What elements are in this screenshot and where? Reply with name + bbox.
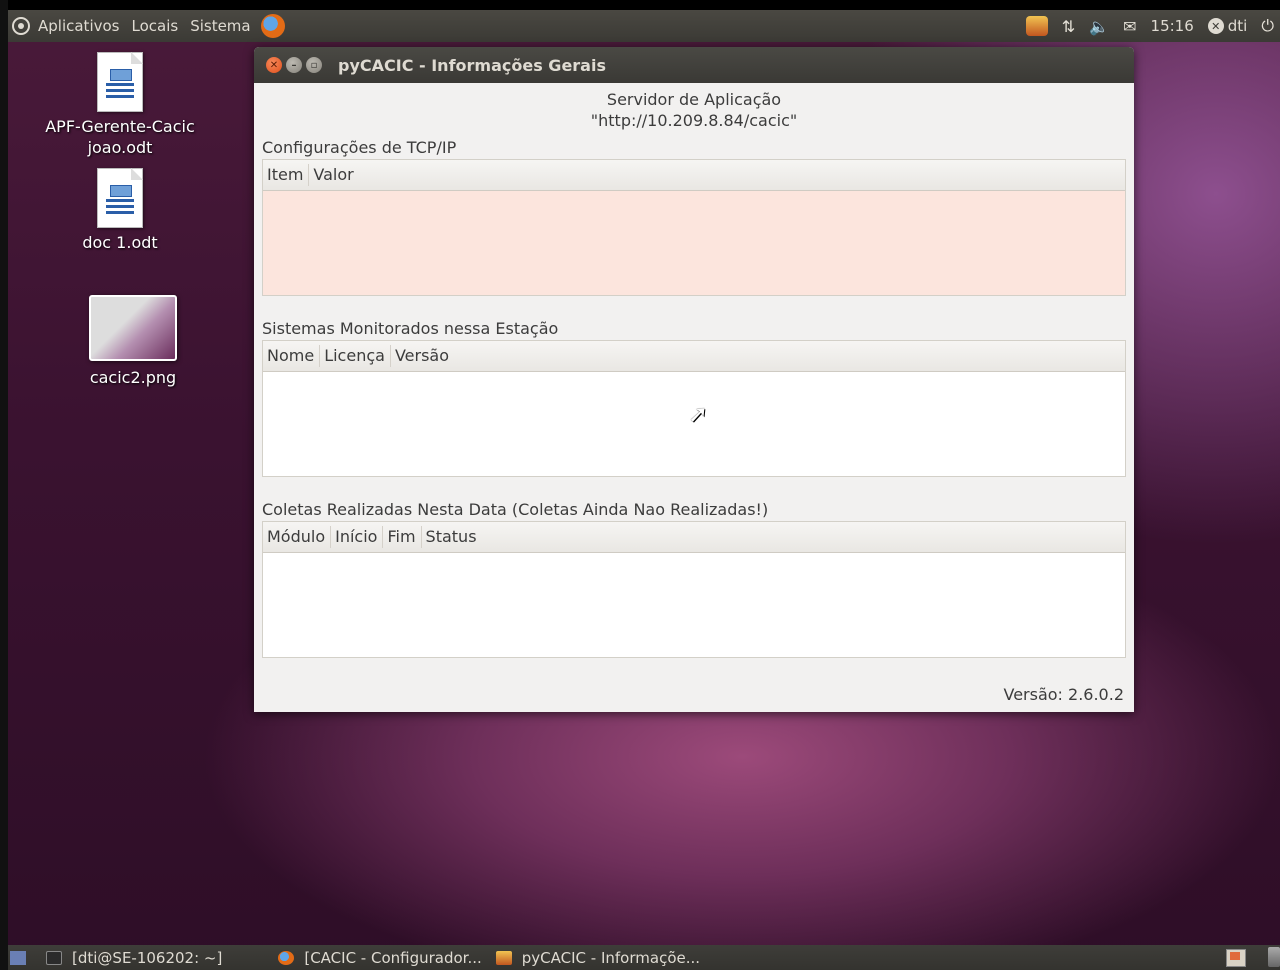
volume-icon[interactable]: 🔈 (1089, 17, 1109, 36)
menu-locais[interactable]: Locais (131, 17, 184, 35)
image-thumbnail-icon (89, 295, 177, 361)
top-black-strip (0, 0, 1280, 10)
column-header-item[interactable]: Item (263, 164, 310, 186)
user-name: dti (1227, 17, 1248, 35)
task-label: [dti@SE-106202: ~] (72, 948, 223, 967)
column-header-modulo[interactable]: Módulo (263, 526, 332, 548)
column-header-status[interactable]: Status (422, 526, 482, 548)
network-icon[interactable]: ⇅ (1062, 17, 1075, 36)
desktop-icon-cacic2[interactable]: cacic2.png (70, 295, 196, 388)
column-header-fim[interactable]: Fim (383, 526, 422, 548)
firefox-icon (278, 950, 295, 965)
desktop-icon-doc1[interactable]: doc 1.odt (60, 168, 180, 253)
column-header-valor[interactable]: Valor (309, 164, 358, 186)
top-panel: Aplicativos Locais Sistema ⇅ 🔈 ✉ 15:16 ✕… (8, 10, 1280, 42)
minimize-icon[interactable]: – (286, 57, 302, 73)
power-icon[interactable]: ⏻ (1261, 16, 1274, 36)
show-desktop-icon[interactable] (10, 950, 26, 965)
panel-menu: Aplicativos Locais Sistema (8, 14, 285, 38)
firefox-launcher-icon[interactable] (260, 14, 285, 38)
column-header-licenca[interactable]: Licença (320, 345, 391, 367)
menu-aplicativos[interactable]: Aplicativos (38, 17, 125, 35)
clock[interactable]: 15:16 (1151, 17, 1194, 35)
task-terminal[interactable]: [dti@SE-106202: ~] (46, 949, 222, 967)
systems-table-header: Nome Licença Versão (263, 341, 1125, 372)
window-content: Servidor de Aplicação "http://10.209.8.8… (262, 83, 1126, 712)
close-icon[interactable]: ✕ (266, 57, 282, 73)
desktop-icon-label: APF-Gerente-Cacic (45, 117, 195, 136)
document-icon (97, 168, 143, 228)
pycacic-window: ✕ – ▫ pyCACIC - Informações Gerais Servi… (254, 47, 1134, 712)
task-label: [CACIC - Configurador... (304, 948, 482, 967)
tcp-table: Item Valor (262, 159, 1126, 296)
desktop-icon-label: cacic2.png (89, 368, 177, 387)
trash-icon[interactable] (1268, 947, 1280, 967)
server-label: Servidor de Aplicação (606, 90, 782, 109)
desktop-icon-label: doc 1.odt (82, 233, 158, 252)
collections-table-header: Módulo Início Fim Status (263, 522, 1125, 553)
document-icon (97, 52, 143, 112)
terminal-icon (46, 950, 62, 965)
column-header-inicio[interactable]: Início (331, 526, 384, 548)
panel-tray: ⇅ 🔈 ✉ 15:16 ✕ dti ⏻ (1025, 10, 1280, 42)
desktop-icon-apf-gerente[interactable]: APF-Gerente-Cacic joao.odt (38, 52, 202, 158)
cacic-robot-icon (495, 950, 512, 965)
window-titlebar[interactable]: ✕ – ▫ pyCACIC - Informações Gerais (254, 47, 1134, 83)
mail-icon[interactable]: ✉ (1123, 17, 1136, 36)
user-status-icon: ✕ (1207, 18, 1224, 34)
tcp-table-header: Item Valor (263, 160, 1125, 191)
workspace-switcher-icon[interactable] (1226, 949, 1246, 967)
server-url: "http://10.209.8.84/cacic" (590, 111, 798, 130)
collections-section-label: Coletas Realizadas Nesta Data (Coletas A… (262, 500, 769, 519)
collections-table: Módulo Início Fim Status (262, 521, 1126, 658)
tcp-section-label: Configurações de TCP/IP (262, 138, 457, 157)
task-label: pyCACIC - Informaçõe... (521, 948, 701, 967)
cacic-robot-icon[interactable] (1025, 16, 1048, 36)
task-firefox[interactable]: [CACIC - Configurador... (278, 948, 482, 967)
server-info: Servidor de Aplicação "http://10.209.8.8… (262, 83, 1126, 131)
user-menu[interactable]: ✕ dti (1207, 17, 1248, 35)
maximize-icon[interactable]: ▫ (306, 57, 322, 73)
collections-table-body[interactable] (263, 553, 1125, 657)
window-title: pyCACIC - Informações Gerais (338, 55, 606, 75)
task-pycacic[interactable]: pyCACIC - Informaçõe... (495, 948, 701, 967)
desktop-icon-label: joao.odt (87, 138, 153, 157)
tcp-table-body[interactable] (263, 191, 1125, 295)
ubuntu-logo-icon[interactable] (12, 17, 30, 35)
left-black-strip (0, 0, 8, 970)
menu-sistema[interactable]: Sistema (190, 17, 256, 35)
version-label: Versão: 2.6.0.2 (1003, 685, 1124, 704)
systems-section-label: Sistemas Monitorados nessa Estação (262, 319, 559, 338)
column-header-versao[interactable]: Versão (391, 345, 454, 367)
bottom-panel: [dti@SE-106202: ~] [CACIC - Configurador… (8, 945, 1280, 970)
column-header-nome[interactable]: Nome (263, 345, 321, 367)
mouse-cursor-icon: ➚ (688, 400, 709, 428)
